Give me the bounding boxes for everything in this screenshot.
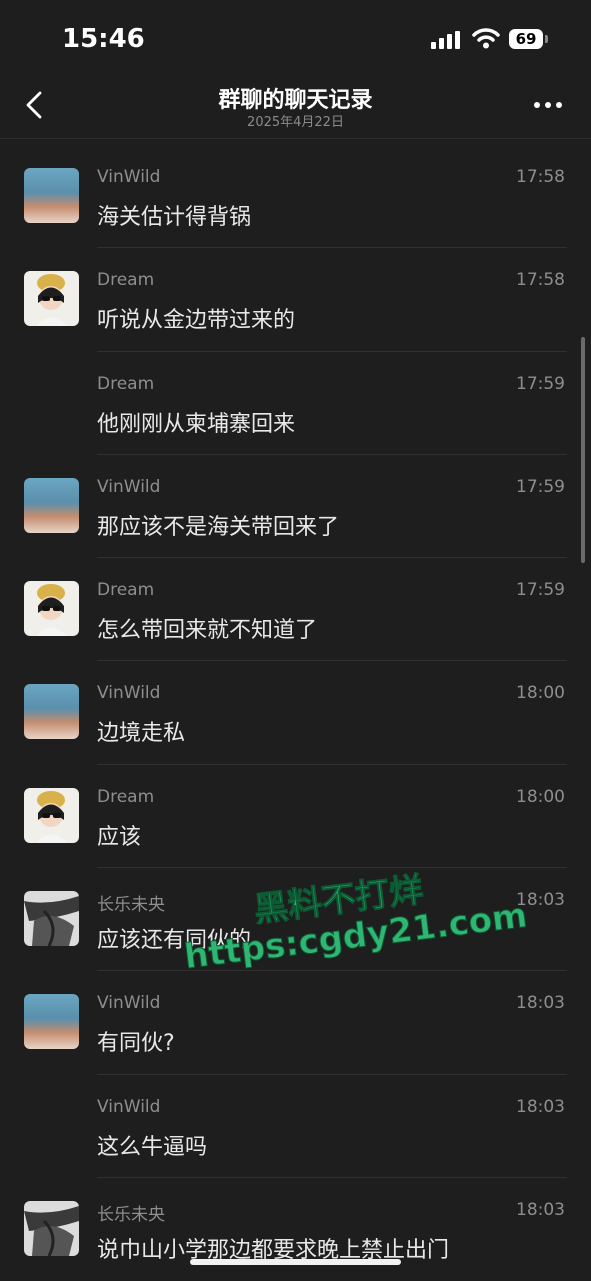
message-item[interactable]: Dream 17:59 怎么带回来就不知道了 [0, 558, 591, 662]
message-time: 18:00 [516, 683, 565, 704]
battery-icon: 69 [509, 29, 549, 49]
message-text: 海关估计得背锅 [97, 205, 252, 230]
message-item[interactable]: VinWild 17:59 那应该不是海关带回来了 [0, 455, 591, 559]
avatar[interactable] [24, 684, 79, 740]
message-time: 17:58 [516, 270, 565, 291]
avatar[interactable] [24, 787, 79, 843]
scrollbar[interactable] [581, 337, 585, 563]
avatar[interactable] [24, 994, 79, 1050]
avatar-image [36, 584, 67, 637]
message-text: 怎么带回来就不知道了 [97, 618, 318, 644]
avatar[interactable] [24, 1200, 79, 1256]
message-text: 这么牛逼吗 [97, 1134, 208, 1160]
message-text: 那应该不是海关带回来了 [97, 514, 340, 540]
message-text: 应该 [97, 824, 142, 850]
sender-name: VinWild [97, 683, 161, 704]
message-item[interactable]: 长乐未央 18:03 说巾山小学那边都要求晚上禁止出门 [0, 1178, 591, 1281]
message-item[interactable]: Dream 17:58 听说从金边带过来的 [0, 248, 591, 352]
avatar-image [36, 790, 67, 843]
avatar-image [24, 1205, 79, 1256]
status-bar: 15:46 69 [0, 0, 591, 80]
avatar[interactable] [24, 271, 79, 327]
message-item[interactable]: Dream 17:59 他刚刚从柬埔寨回来 [0, 352, 591, 455]
sender-name: 长乐未央 [97, 895, 165, 916]
avatar[interactable] [24, 581, 79, 637]
more-options-icon[interactable] [533, 100, 563, 110]
message-text: 他刚刚从柬埔寨回来 [97, 411, 296, 437]
sender-name: VinWild [97, 167, 161, 187]
sender-name: Dream [97, 786, 155, 807]
cellular-signal-icon [431, 31, 460, 49]
home-indicator[interactable] [190, 1259, 401, 1265]
message-time: 17:58 [516, 167, 565, 187]
message-time: 17:59 [516, 580, 565, 601]
message-time: 18:00 [516, 786, 565, 807]
page-title: 群聊的聊天记录 [218, 88, 373, 113]
message-time: 18:03 [516, 1199, 565, 1220]
avatar-image [36, 274, 67, 327]
avatar-image [24, 896, 79, 947]
sender-name: VinWild [97, 1096, 161, 1117]
status-time: 15:46 [62, 24, 145, 54]
avatar[interactable] [24, 477, 79, 533]
sender-name: 长乐未央 [97, 1204, 165, 1225]
sender-name: Dream [97, 373, 155, 394]
message-time: 18:03 [516, 1096, 565, 1117]
sender-name: VinWild [97, 476, 161, 497]
message-text: 听说从金边带过来的 [97, 308, 296, 334]
message-time: 17:59 [516, 476, 565, 497]
message-text: 有同伙? [97, 1031, 175, 1057]
message-list[interactable]: VinWild 17:58 海关估计得背锅 Dream 17:58 听说从金边带… [0, 145, 591, 1281]
sender-name: Dream [97, 270, 155, 291]
message-item[interactable]: VinWild 17:58 海关估计得背锅 [0, 145, 591, 249]
message-time: 17:59 [516, 373, 565, 394]
page-subtitle: 2025年4月22日 [247, 115, 344, 130]
message-item[interactable]: VinWild 18:00 边境走私 [0, 661, 591, 765]
message-text: 边境走私 [97, 721, 186, 747]
avatar[interactable] [24, 891, 79, 947]
message-time: 18:03 [516, 993, 565, 1014]
avatar[interactable] [24, 168, 79, 223]
message-item[interactable]: VinWild 18:03 这么牛逼吗 [0, 1075, 591, 1178]
message-item[interactable]: Dream 18:00 应该 [0, 765, 591, 869]
sender-name: VinWild [97, 993, 161, 1014]
sender-name: Dream [97, 580, 155, 601]
battery-level: 69 [509, 29, 543, 49]
nav-bar: 群聊的聊天记录 2025年4月22日 [0, 80, 591, 139]
wifi-icon [472, 28, 500, 49]
